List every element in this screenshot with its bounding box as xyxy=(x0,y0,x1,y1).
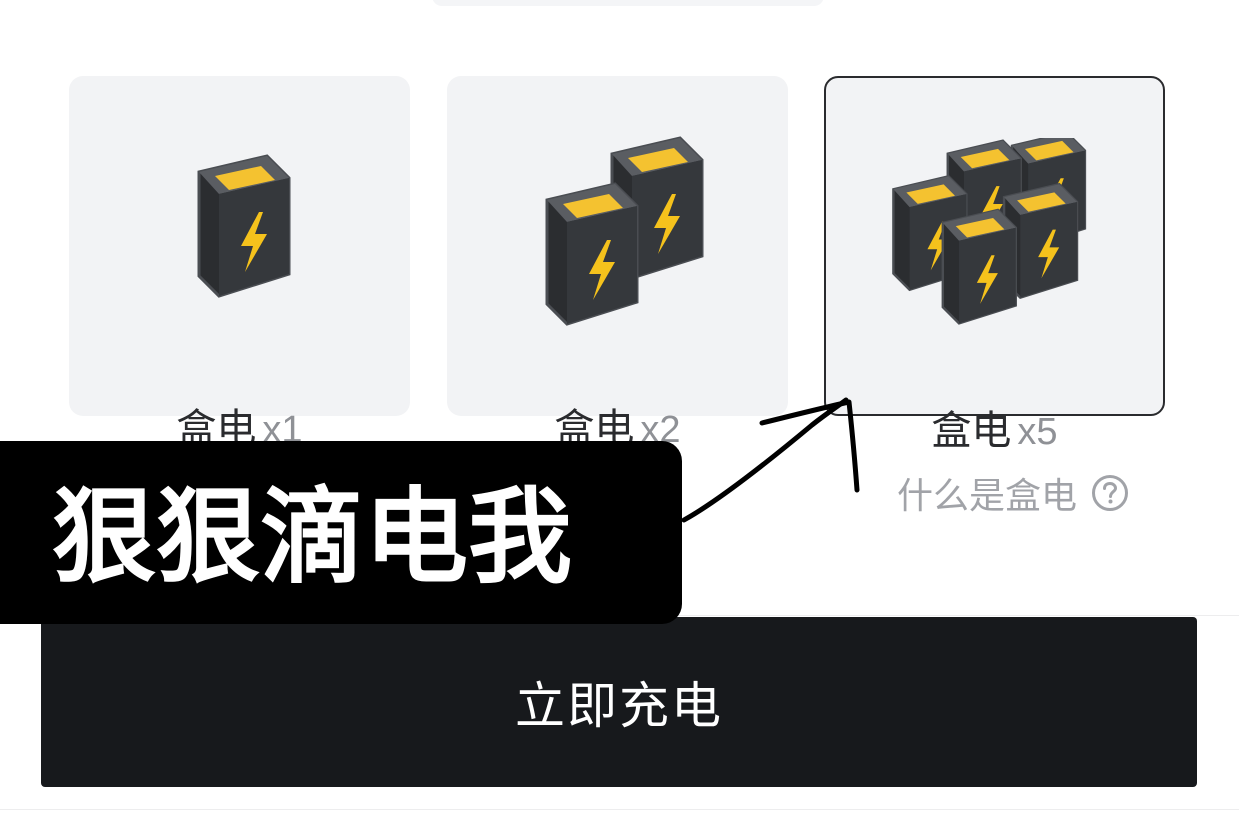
caption-overlay-text: 狠狠滴电我 xyxy=(52,476,573,598)
package-card-1[interactable]: 盒电 x1 xyxy=(69,76,410,452)
charge-now-button[interactable]: 立即充电 xyxy=(41,617,1197,787)
package-card-5[interactable]: 盒电 x5 xyxy=(824,76,1165,454)
question-circle-icon[interactable] xyxy=(1091,474,1129,512)
top-pill-partial xyxy=(432,0,824,6)
recharge-panel: 盒电 x1 盒电 x2 盒电 x5 什么是盒电 立即充电 狠狠滴电我 xyxy=(0,0,1239,813)
divider-bottom xyxy=(0,809,1239,810)
battery-x2-icon xyxy=(545,136,704,326)
battery-x1-icon xyxy=(197,154,291,298)
what-is-hedian-link[interactable]: 什么是盒电 xyxy=(897,470,1129,517)
help-label: 什么是盒电 xyxy=(897,476,1078,517)
package-card-2[interactable]: 盒电 x2 xyxy=(447,76,788,452)
package-label-5: 盒电 x5 xyxy=(931,408,1058,454)
battery-x5-icon xyxy=(892,138,1087,325)
